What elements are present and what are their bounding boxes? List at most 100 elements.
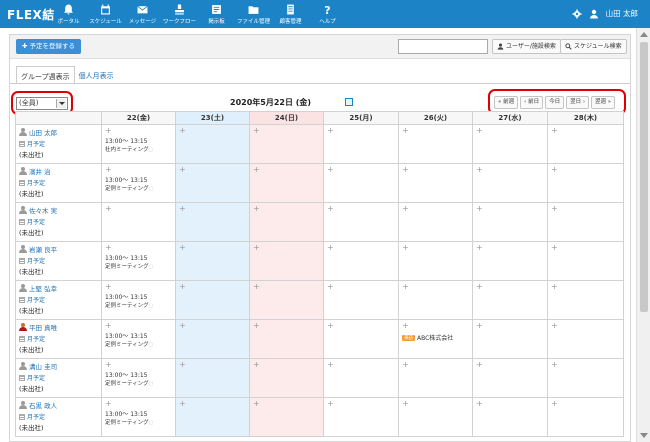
member-name-link[interactable]: 佐々木 実 [19, 205, 98, 215]
day-cell[interactable]: + [472, 280, 548, 320]
day-cell[interactable]: + [547, 358, 624, 398]
event-time[interactable]: 13:00～ 13:15 [105, 331, 172, 340]
day-cell[interactable]: + [323, 163, 399, 203]
day-cell[interactable]: + [547, 397, 624, 437]
add-schedule-icon[interactable]: + [402, 322, 469, 330]
day-cell[interactable]: + [323, 124, 399, 164]
day-cell[interactable]: + [472, 124, 548, 164]
add-schedule-icon[interactable]: + [105, 166, 172, 174]
add-schedule-icon[interactable]: + [327, 244, 395, 252]
add-schedule-icon[interactable]: + [105, 283, 172, 291]
day-cell[interactable]: + [175, 358, 250, 398]
visitor-event[interactable]: 来訪 ABC株式会社 [402, 333, 469, 342]
member-name-link[interactable]: 濱井 治 [19, 166, 98, 176]
add-schedule-icon[interactable]: + [476, 166, 544, 174]
schedule-search-button[interactable]: スケジュール検索 [560, 39, 627, 54]
day-cell[interactable]: + [547, 202, 624, 242]
add-schedule-icon[interactable]: + [253, 283, 320, 291]
tab-personal-month[interactable]: 個人月表示 [75, 66, 118, 84]
vertical-scrollbar[interactable] [636, 28, 650, 442]
add-schedule-icon[interactable]: + [179, 400, 246, 408]
monthly-schedule-link[interactable]: 月予定 [19, 412, 98, 421]
day-cell[interactable]: + [175, 163, 250, 203]
member-name-link[interactable]: 山田 太郎 [19, 127, 98, 137]
day-cell[interactable]: + [101, 202, 176, 242]
nav-file[interactable]: ファイル管理 [235, 0, 272, 28]
add-schedule-icon[interactable]: + [105, 322, 172, 330]
day-cell[interactable]: + 来訪 ABC株式会社 [398, 319, 473, 359]
event-title[interactable]: 社内ミーティング◌ [105, 145, 172, 153]
event-time[interactable]: 13:00～ 13:15 [105, 292, 172, 301]
day-cell[interactable]: + [249, 397, 324, 437]
day-cell[interactable]: + [175, 397, 250, 437]
day-cell[interactable]: + [175, 319, 250, 359]
add-schedule-icon[interactable]: + [179, 166, 246, 174]
monthly-schedule-link[interactable]: 月予定 [19, 334, 98, 343]
add-schedule-icon[interactable]: + [476, 127, 544, 135]
add-schedule-icon[interactable]: + [327, 166, 395, 174]
add-schedule-icon[interactable]: + [179, 322, 246, 330]
nav-schedule[interactable]: スケジュール [87, 0, 124, 28]
day-cell[interactable]: + [547, 163, 624, 203]
add-schedule-icon[interactable]: + [253, 400, 320, 408]
day-cell[interactable]: + [323, 241, 399, 281]
gear-icon[interactable] [572, 9, 582, 19]
day-cell[interactable]: + [249, 319, 324, 359]
search-input[interactable] [398, 39, 488, 54]
day-cell[interactable]: +13:00～ 13:15 定例ミーティング◌ [101, 163, 176, 203]
add-schedule-icon[interactable]: + [179, 205, 246, 213]
monthly-schedule-link[interactable]: 月予定 [19, 217, 98, 226]
day-cell[interactable]: + [398, 202, 473, 242]
add-schedule-icon[interactable]: + [402, 400, 469, 408]
add-schedule-icon[interactable]: + [105, 244, 172, 252]
day-cell[interactable]: + [323, 319, 399, 359]
scroll-down-icon[interactable] [640, 433, 648, 438]
event-title[interactable]: 定例ミーティング◌ [105, 379, 172, 387]
member-name-link[interactable]: 上堅 弘幸 [19, 283, 98, 293]
nav-message[interactable]: メッセージ [124, 0, 161, 28]
add-schedule-icon[interactable]: + [551, 283, 620, 291]
add-schedule-icon[interactable]: + [179, 244, 246, 252]
day-cell[interactable]: + [547, 319, 624, 359]
monthly-schedule-link[interactable]: 月予定 [19, 139, 98, 148]
add-schedule-icon[interactable]: + [476, 283, 544, 291]
event-title[interactable]: 定例ミーティング◌ [105, 301, 172, 309]
day-cell[interactable]: +13:00～ 13:15 定例ミーティング◌ [101, 397, 176, 437]
day-cell[interactable]: + [249, 124, 324, 164]
add-schedule-icon[interactable]: + [551, 166, 620, 174]
add-schedule-icon[interactable]: + [327, 322, 395, 330]
app-logo[interactable]: FLEX結 [7, 6, 55, 23]
nav-portal[interactable]: ポータル [50, 0, 87, 28]
day-cell[interactable]: + [175, 280, 250, 320]
add-schedule-icon[interactable]: + [402, 361, 469, 369]
monthly-schedule-link[interactable]: 月予定 [19, 178, 98, 187]
add-schedule-icon[interactable]: + [179, 361, 246, 369]
member-name-link[interactable]: 平田 真唯 [19, 322, 98, 332]
day-cell[interactable]: + [398, 124, 473, 164]
add-schedule-icon[interactable]: + [551, 244, 620, 252]
event-time[interactable]: 13:00～ 13:15 [105, 370, 172, 379]
add-schedule-icon[interactable]: + [476, 205, 544, 213]
member-name-link[interactable]: 岩瀬 良平 [19, 244, 98, 254]
day-cell[interactable]: +13:00～ 13:15 定例ミーティング◌ [101, 241, 176, 281]
add-schedule-icon[interactable]: + [476, 244, 544, 252]
monthly-schedule-link[interactable]: 月予定 [19, 295, 98, 304]
add-schedule-icon[interactable]: + [402, 166, 469, 174]
day-cell[interactable]: + [323, 397, 399, 437]
day-cell[interactable]: + [398, 397, 473, 437]
add-schedule-icon[interactable]: + [551, 322, 620, 330]
day-cell[interactable]: + [398, 280, 473, 320]
user-facility-search-button[interactable]: ユーザー/施設検索 [492, 39, 561, 54]
day-cell[interactable]: +13:00～ 13:15 社内ミーティング◌ [101, 124, 176, 164]
add-schedule-icon[interactable]: + [253, 127, 320, 135]
add-schedule-icon[interactable]: + [402, 283, 469, 291]
day-cell[interactable]: + [472, 397, 548, 437]
day-cell[interactable]: + [398, 163, 473, 203]
member-name-link[interactable]: 石黒 政人 [19, 400, 98, 410]
add-schedule-icon[interactable]: + [253, 166, 320, 174]
add-schedule-icon[interactable]: + [105, 400, 172, 408]
add-schedule-icon[interactable]: + [179, 127, 246, 135]
add-schedule-icon[interactable]: + [327, 127, 395, 135]
day-cell[interactable]: + [323, 202, 399, 242]
add-schedule-icon[interactable]: + [253, 244, 320, 252]
